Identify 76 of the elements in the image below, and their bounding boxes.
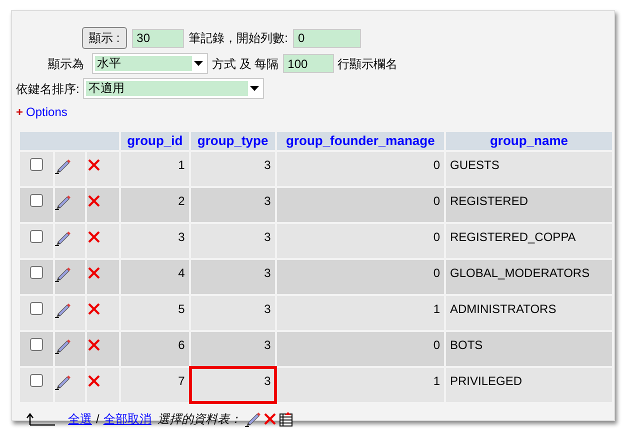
repeat-suffix: 行顯示欄名 <box>338 56 398 72</box>
with-selected-label: 選擇的資料表： <box>157 411 242 428</box>
sort-label: 依鍵名排序: <box>16 80 80 98</box>
table-cell: 0 <box>276 224 444 258</box>
table-cell: 3 <box>190 332 275 366</box>
table-cell: PRIVILEGED <box>446 368 612 402</box>
start-field[interactable]: 0 <box>293 28 362 48</box>
row-checkbox[interactable] <box>30 302 43 315</box>
row-checkbox[interactable] <box>30 374 43 387</box>
options-link[interactable]: Options <box>26 103 68 121</box>
pencil-icon[interactable] <box>55 374 71 390</box>
row-checkbox[interactable] <box>30 338 43 351</box>
caret-icon <box>194 61 203 66</box>
table-cell: 0 <box>276 188 444 222</box>
column-header[interactable]: group_founder_manage <box>276 132 444 150</box>
table-cell: BOTS <box>446 332 612 366</box>
delete-icon[interactable] <box>87 158 101 172</box>
column-header[interactable]: group_name <box>446 132 612 150</box>
table-cell: 3 <box>190 260 275 294</box>
table-cell: 1 <box>276 368 444 402</box>
table-cell: ADMINISTRATORS <box>446 296 612 330</box>
delete-icon[interactable] <box>87 194 101 208</box>
table-cell: 0 <box>276 332 444 366</box>
show-button[interactable]: 顯示 : <box>82 27 127 49</box>
table-cell: 2 <box>121 188 189 222</box>
delete-icon[interactable] <box>87 374 101 388</box>
pencil-icon[interactable] <box>55 230 71 246</box>
table-cell: 0 <box>276 152 444 186</box>
row-checkbox[interactable] <box>30 266 43 279</box>
delete-icon[interactable] <box>87 266 101 280</box>
table-cell: 4 <box>121 260 189 294</box>
column-header[interactable]: group_id <box>121 132 189 150</box>
mode-label: 顯示為 <box>48 56 84 72</box>
table-cell: 3 <box>121 224 189 258</box>
delete-icon[interactable] <box>87 230 101 244</box>
table-icon[interactable] <box>279 412 294 426</box>
table-cell: 3 <box>190 368 275 402</box>
row-checkbox[interactable] <box>30 230 43 243</box>
delete-icon[interactable] <box>87 302 101 316</box>
delete-icon[interactable] <box>263 412 278 426</box>
table-cell: 6 <box>121 332 189 366</box>
table-cell: 3 <box>190 296 275 330</box>
pencil-icon[interactable] <box>55 302 71 318</box>
plus-sign: + <box>16 104 24 121</box>
rows-label: 筆記錄，開始列數: <box>188 30 288 47</box>
table-cell: 0 <box>276 260 444 294</box>
mode-select[interactable]: 水平 <box>92 53 208 74</box>
row-checkbox[interactable] <box>30 194 43 207</box>
column-header[interactable]: group_type <box>190 132 275 150</box>
caret-icon <box>250 86 260 91</box>
pencil-icon[interactable] <box>55 266 71 282</box>
table-cell: GUESTS <box>446 152 612 186</box>
table-cell: GLOBAL_MODERATORS <box>446 260 612 294</box>
repeat-label: 方式 及 每隔 <box>212 56 279 72</box>
sort-select[interactable]: 不適用 <box>83 78 264 99</box>
table-cell: 3 <box>190 224 275 258</box>
table-cell: REGISTERED <box>446 188 612 222</box>
table-cell: 3 <box>190 152 275 186</box>
table-cell: 5 <box>121 296 189 330</box>
delete-icon[interactable] <box>87 338 101 352</box>
table-cell: 3 <box>190 188 275 222</box>
pencil-icon[interactable] <box>55 338 71 354</box>
repeat-field[interactable]: 100 <box>282 54 334 73</box>
table-cell: REGISTERED_COPPA <box>446 224 612 258</box>
pencil-icon[interactable] <box>245 411 262 427</box>
table-cell: 1 <box>121 152 189 186</box>
pencil-icon[interactable] <box>55 194 71 210</box>
table-cell: 1 <box>276 296 444 330</box>
row-checkbox[interactable] <box>30 158 43 171</box>
up-arrow-icon <box>26 412 56 426</box>
table-cell: 7 <box>121 368 189 402</box>
pencil-icon[interactable] <box>55 158 71 174</box>
uncheck-all-link[interactable]: 全部取消 <box>103 410 152 428</box>
separator-text: / <box>96 411 100 428</box>
rows-field[interactable]: 30 <box>132 28 184 48</box>
check-all-link[interactable]: 全選 <box>68 410 92 428</box>
